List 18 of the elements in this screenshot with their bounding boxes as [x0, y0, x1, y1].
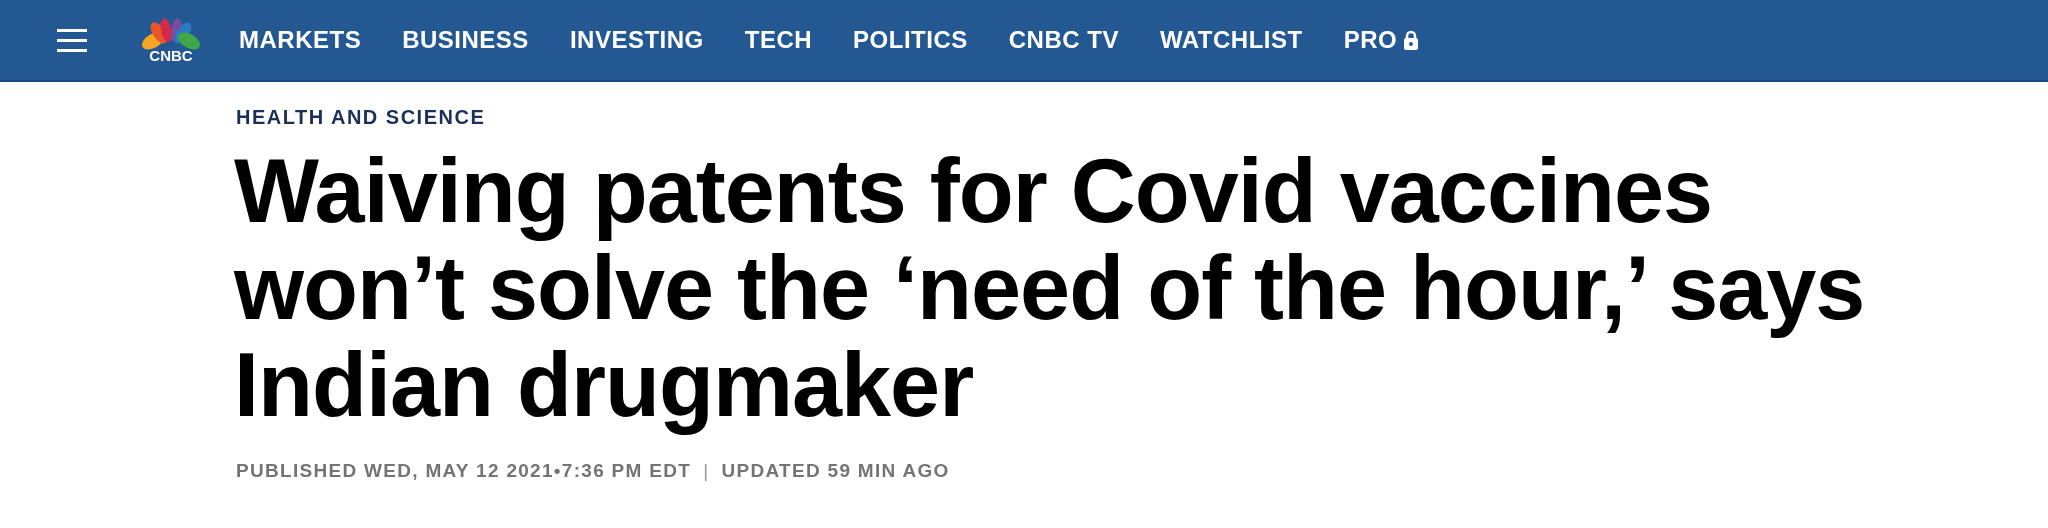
nav-link[interactable]: PRO	[1343, 26, 1420, 54]
nav-link[interactable]: INVESTING	[569, 26, 704, 54]
lock-icon	[1403, 30, 1420, 50]
menu-icon[interactable]	[57, 28, 87, 52]
headline: Waiving patents for Covid vaccines won’t solve the ‘need of the hour,’ says Indian drugmaker	[234, 143, 1866, 434]
peacock-icon	[139, 17, 203, 51]
category-link[interactable]: HEALTH AND SCIENCE	[236, 106, 2048, 129]
published-date: PUBLISHED WED, MAY 12 2021•7:36 PM EDT	[236, 460, 692, 482]
updated-time: UPDATED 59 MIN AGO	[721, 460, 950, 482]
nav-link[interactable]: WATCHLIST	[1159, 26, 1303, 54]
nav-link[interactable]: MARKETS	[239, 26, 362, 54]
nav-link[interactable]: TECH	[744, 26, 813, 54]
nav-link[interactable]: POLITICS	[853, 26, 968, 54]
separator: |	[703, 460, 710, 482]
logo-text: CNBC	[149, 49, 193, 63]
nav-link[interactable]: BUSINESS	[402, 26, 529, 54]
nav-link[interactable]: CNBC TV	[1008, 26, 1119, 54]
logo[interactable]: CNBC	[139, 17, 203, 63]
